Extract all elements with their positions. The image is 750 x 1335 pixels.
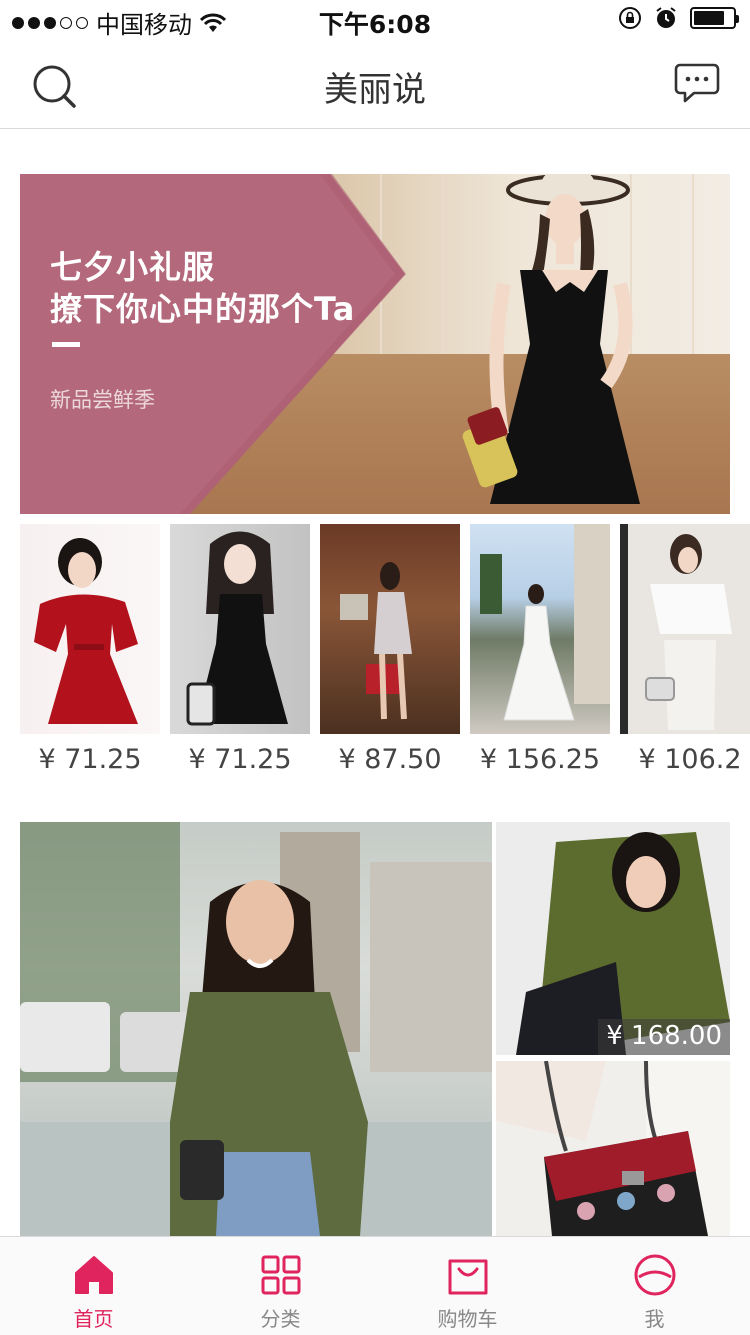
- shopping-bag-icon: [448, 1259, 487, 1295]
- status-right: [618, 6, 739, 30]
- banner-headline-2: 撩下你心中的那个Ta: [50, 290, 356, 328]
- featured-price-tag: ¥ 168.00: [598, 1019, 730, 1055]
- featured-top-right-image[interactable]: ¥ 168.00: [496, 822, 730, 1055]
- tab-label: 我: [644, 1307, 665, 1331]
- tab-label: 购物车: [437, 1307, 498, 1331]
- grid-icon: [261, 1255, 300, 1295]
- rotation-lock-icon: [619, 7, 641, 29]
- message-icon[interactable]: [674, 62, 720, 104]
- featured-bottom-right-image[interactable]: [496, 1061, 730, 1236]
- promo-banner[interactable]: 七夕小礼服 撩下你心中的那个Ta 新品尝鲜季: [20, 174, 730, 514]
- tab-label: 首页: [73, 1307, 114, 1331]
- product-price: ¥ 71.25: [188, 744, 292, 775]
- product-image: [470, 524, 610, 734]
- tab-home[interactable]: 首页: [0, 1237, 187, 1335]
- product-image: [20, 524, 160, 734]
- home-icon: [74, 1256, 113, 1294]
- product-row: ¥ 71.25 ¥ 71.25 ¥ 87.50 ¥ 156.25 ¥ 106.2: [20, 524, 750, 784]
- product-card[interactable]: ¥ 156.25: [470, 524, 610, 775]
- tab-label: 分类: [260, 1307, 301, 1331]
- nav-bar: 美丽说: [0, 40, 750, 129]
- product-card[interactable]: ¥ 106.2: [620, 524, 750, 775]
- tab-profile[interactable]: 我: [561, 1237, 748, 1335]
- banner-headline-1: 七夕小礼服: [50, 248, 216, 286]
- status-bar: 中国移动 下午6:08: [0, 0, 750, 40]
- alarm-icon: [656, 7, 676, 28]
- product-card[interactable]: ¥ 87.50: [320, 524, 460, 775]
- product-price: ¥ 71.25: [38, 744, 142, 775]
- product-image: [620, 524, 750, 734]
- tab-bar: 首页 分类 购物车 我: [0, 1236, 750, 1335]
- battery-icon: [690, 7, 739, 29]
- banner-divider: [52, 342, 80, 347]
- page-title: 美丽说: [324, 70, 426, 110]
- featured-main-image[interactable]: [20, 822, 492, 1236]
- tab-category[interactable]: 分类: [187, 1237, 374, 1335]
- product-image: [170, 524, 310, 734]
- product-card[interactable]: ¥ 71.25: [20, 524, 160, 775]
- product-price: ¥ 87.50: [338, 744, 442, 775]
- tab-cart[interactable]: 购物车: [374, 1237, 561, 1335]
- product-card[interactable]: ¥ 71.25: [170, 524, 310, 775]
- profile-icon: [634, 1254, 675, 1296]
- product-price: ¥ 156.25: [479, 744, 601, 775]
- product-price: ¥ 106.2: [638, 744, 742, 775]
- banner-model-image: [462, 174, 640, 504]
- banner-subtitle: 新品尝鲜季: [50, 388, 155, 412]
- product-image: [320, 524, 460, 734]
